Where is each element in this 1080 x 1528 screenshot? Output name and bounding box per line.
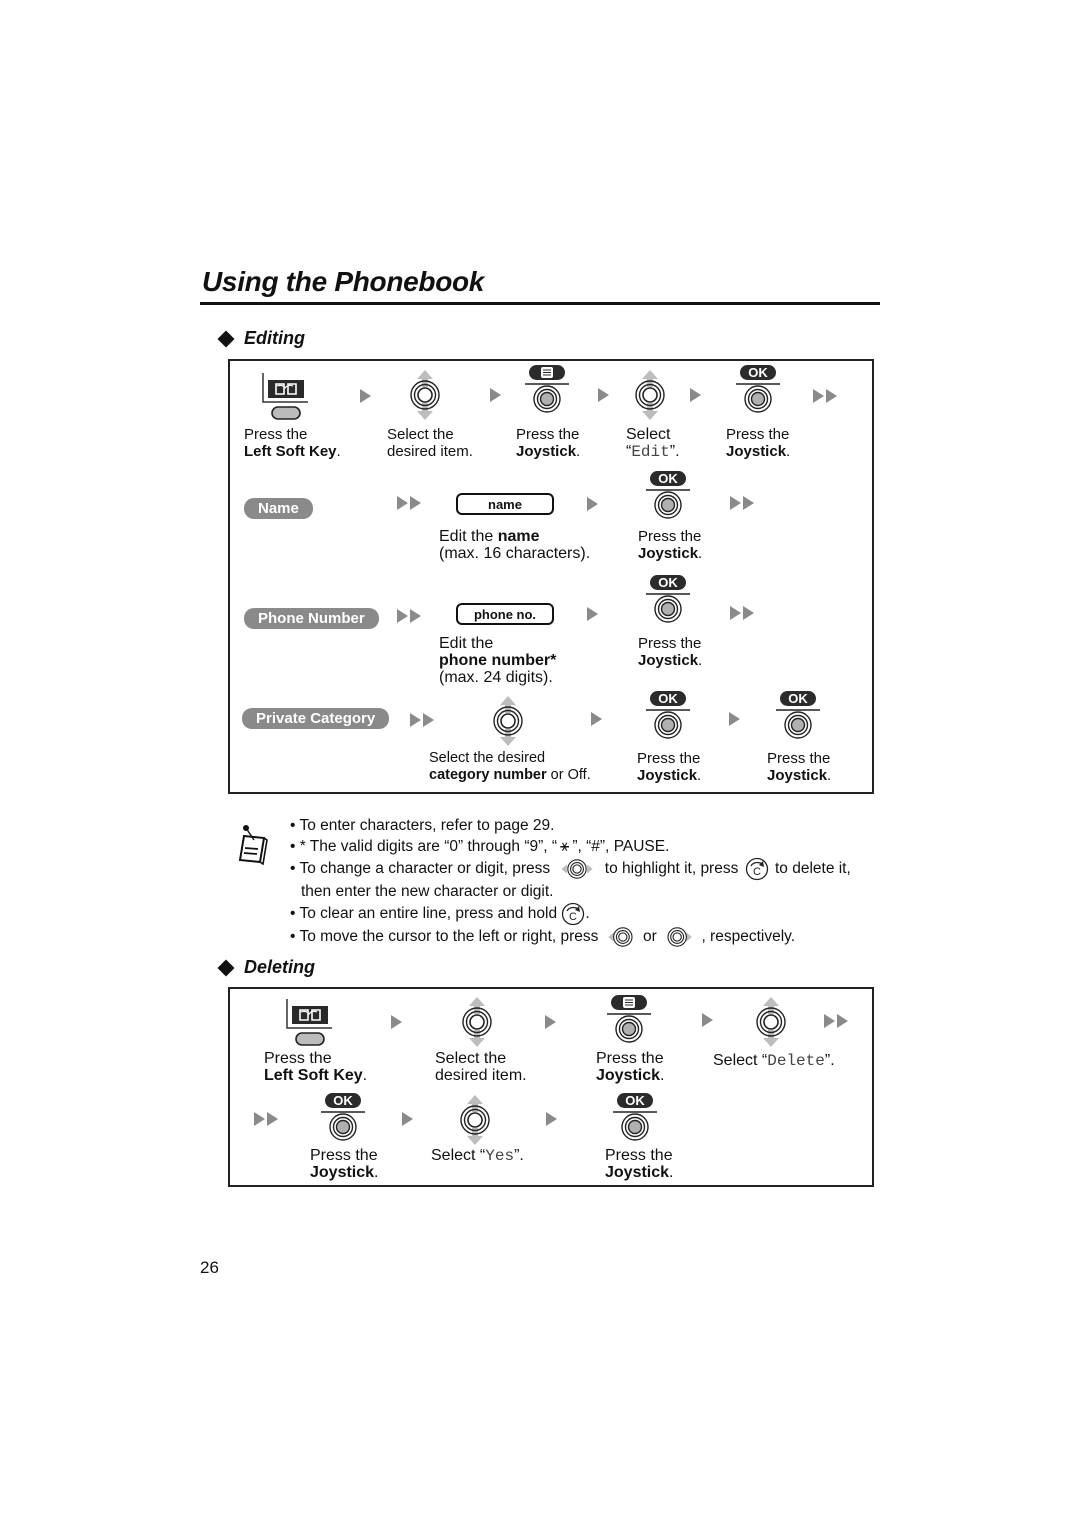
step-select-delete-text: Select “Delete”. [713,1052,835,1070]
note-icon [238,825,268,866]
phone-number-field: phone no. [456,603,554,625]
step-select-item-text: Select the desired item. [387,426,473,460]
left-soft-key-icon [284,996,334,1046]
page-number: 26 [200,1258,219,1277]
step-select-yes-text: Select “Yes”. [431,1147,524,1165]
note-item: • To move the cursor to the left or righ… [290,926,851,948]
step-select-item-text: Select the desired item. [435,1050,527,1084]
arrow-icon [587,497,598,511]
title-rule [200,302,880,305]
step-left-soft-key-text: Press the Left Soft Key. [244,426,341,460]
joystick-left-right-icon [560,858,594,880]
left-soft-key-icon [260,370,310,420]
deleting-heading-text: Deleting [244,957,316,977]
arrow-icon [490,388,501,402]
arrow-icon [729,712,740,726]
arrow-icon [546,1112,557,1126]
note-item-continuation: then enter the new character or digit. [301,883,554,900]
joystick-up-down-icon [751,996,791,1048]
arrow-icon [545,1015,556,1029]
note-item: • To clear an entire line, press and hol… [290,902,851,926]
note-item: • * The valid digits are “0” through “9”… [290,838,670,855]
note-item: • To enter characters, refer to page 29. [290,817,555,834]
arrow-icon [598,388,609,402]
step-press-joystick-text: Press the Joystick. [596,1050,665,1084]
joystick-menu-press-icon [604,994,654,1044]
arrow-icon [702,1013,713,1027]
deleting-heading: Deleting [217,957,316,978]
step-left-soft-key-text: Press the Left Soft Key. [264,1050,368,1084]
joystick-ok-press-icon [610,1092,660,1142]
double-arrow-icon [254,1112,278,1126]
select-category-text: Select the desired category number or Of… [429,750,591,783]
step-press-joystick-text: Press the Joystick. [516,426,581,460]
notes-list: • To enter characters, refer to page 29.… [290,815,851,948]
phone-number-option-pill: Phone Number [244,608,379,629]
clear-key-icon [745,857,769,881]
press-joystick-text: Press the Joystick. [638,635,703,669]
double-arrow-icon [824,1014,848,1028]
step-press-joystick-ok-text: Press the Joystick. [726,426,791,460]
diamond-bullet-icon [217,330,235,347]
double-arrow-icon [813,389,837,403]
editing-heading-text: Editing [244,328,305,348]
step-press-joystick-text: Press the Joystick. [605,1147,674,1181]
joystick-up-down-icon [630,369,670,421]
page-title: Using the Phonebook [202,266,485,297]
editing-heading: Editing [217,328,305,349]
arrow-icon [360,389,371,403]
clear-key-icon [561,902,585,926]
joystick-up-down-icon [405,369,445,421]
joystick-up-down-icon [455,1094,495,1146]
arrow-icon [402,1112,413,1126]
press-joystick-text: Press the Joystick. [638,528,703,562]
note-item: • To change a character or digit, press … [290,857,851,881]
double-arrow-icon [410,713,434,727]
double-arrow-icon [730,606,754,620]
step-select-edit-text: Select “Edit”. [626,426,680,461]
arrow-icon [591,712,602,726]
double-arrow-icon [397,609,421,623]
joystick-left-icon [607,926,635,948]
joystick-menu-press-icon [522,364,572,414]
joystick-ok-press-icon [643,470,693,520]
arrow-icon [690,388,701,402]
joystick-right-icon [665,926,693,948]
joystick-ok-press-icon [733,364,783,414]
diamond-bullet-icon [217,959,235,976]
step-press-joystick-text: Press the Joystick. [310,1147,379,1181]
private-category-option-pill: Private Category [242,708,390,729]
joystick-up-down-icon [457,996,497,1048]
joystick-ok-press-icon [318,1092,368,1142]
star-symbol: ⚹ [560,838,570,855]
arrow-icon [587,607,598,621]
double-arrow-icon [397,496,421,510]
joystick-ok-press-icon [643,574,693,624]
arrow-icon [391,1015,402,1029]
joystick-up-down-icon [488,695,528,747]
double-arrow-icon [730,496,754,510]
press-joystick-text: Press the Joystick. [767,750,832,784]
joystick-ok-press-icon [643,690,693,740]
name-option-pill: Name [244,498,313,519]
edit-name-text: Edit the name (max. 16 characters). [439,528,591,562]
name-field: name [456,493,554,515]
edit-phone-number-text: Edit the phone number* (max. 24 digits). [439,635,557,686]
joystick-ok-press-icon [773,690,823,740]
press-joystick-text: Press the Joystick. [637,750,702,784]
